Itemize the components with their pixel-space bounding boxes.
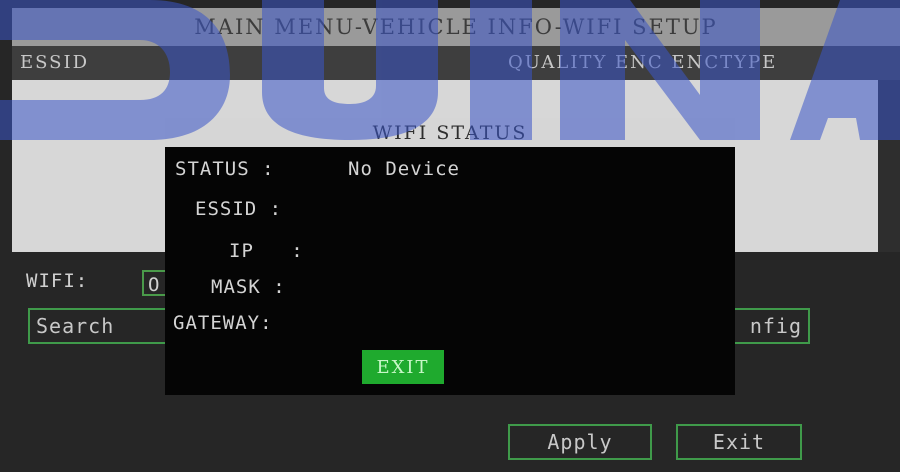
gateway-label: GATEWAY: [173, 312, 273, 334]
essid-label: ESSID : [195, 198, 283, 220]
dvr-screen: MAIN MENU-VEHICLE INFO-WIFI SETUP ESSID … [0, 0, 900, 472]
wifi-status-dialog: WIFI STATUS STATUS : No Device ESSID : I… [165, 118, 735, 395]
dialog-exit-button[interactable]: EXIT [362, 350, 444, 384]
status-label: STATUS : [175, 158, 275, 180]
wifi-label: WIFI: [26, 270, 89, 292]
dialog-title: WIFI STATUS [165, 118, 735, 147]
apply-button[interactable]: Apply [508, 424, 652, 460]
list-scrollbar-track [878, 80, 900, 252]
ip-label: IP : [229, 240, 304, 262]
status-value: No Device [348, 158, 460, 180]
column-quality-enc-enctype: QUALITY ENC ENCTYPE [508, 52, 778, 73]
window-title: MAIN MENU-VEHICLE INFO-WIFI SETUP [12, 8, 900, 46]
search-button[interactable]: Search [28, 308, 168, 344]
column-essid: ESSID [20, 52, 90, 73]
network-list-header: ESSID QUALITY ENC ENCTYPE [12, 46, 900, 80]
mask-label: MASK : [211, 276, 286, 298]
exit-button[interactable]: Exit [676, 424, 802, 460]
